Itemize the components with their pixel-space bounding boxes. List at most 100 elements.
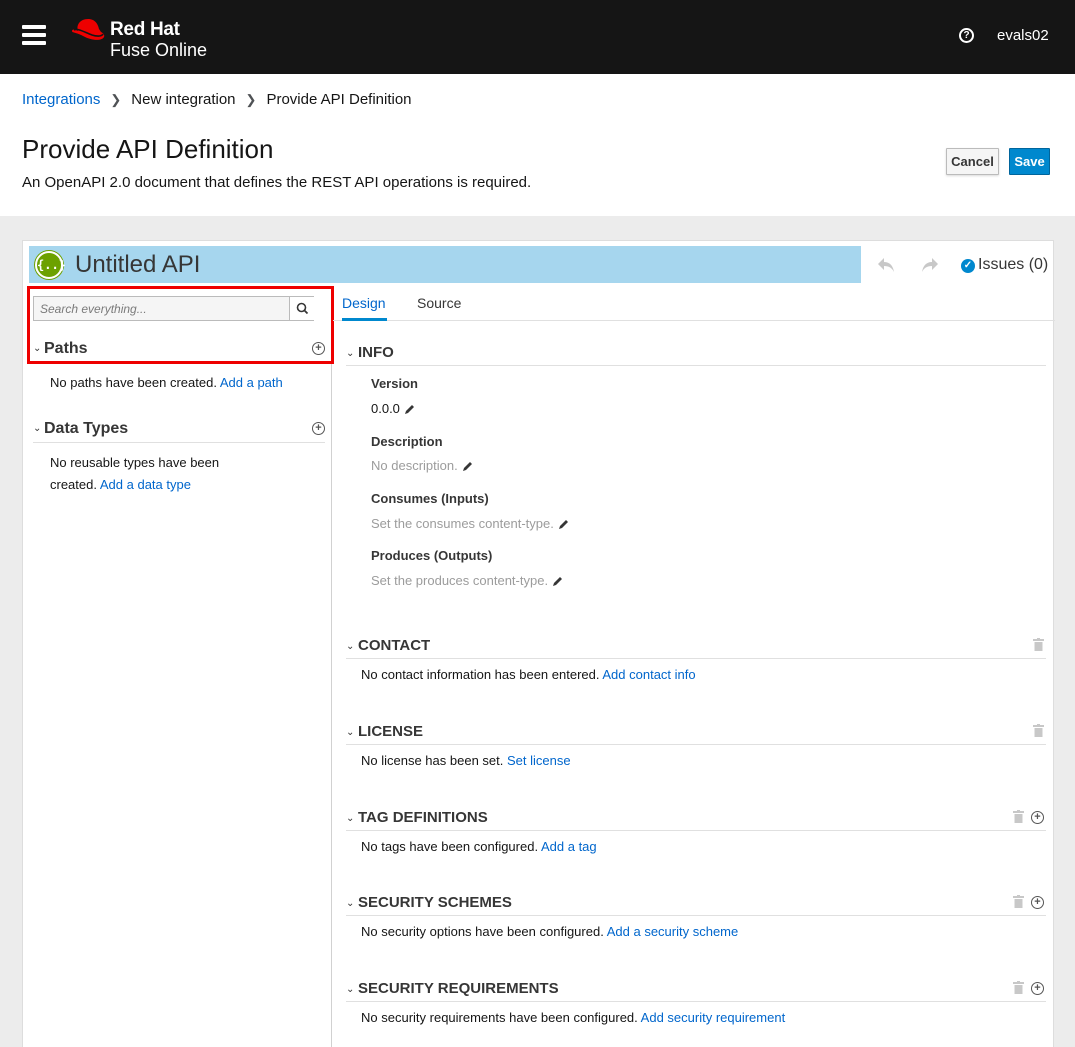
paths-section-header[interactable]: ⌄ Paths + bbox=[33, 337, 325, 363]
contact-section-header[interactable]: ⌄ CONTACT bbox=[346, 633, 1046, 659]
openapi-logo-icon: {..} bbox=[35, 251, 66, 279]
edit-pencil-icon[interactable] bbox=[552, 576, 563, 587]
tag-definitions-section: ⌄ TAG DEFINITIONS + No tags have been co… bbox=[346, 805, 1046, 865]
edit-pencil-icon[interactable] bbox=[404, 404, 415, 415]
contact-title: CONTACT bbox=[358, 637, 431, 654]
info-title: INFO bbox=[358, 344, 394, 361]
breadcrumb-current: Provide API Definition bbox=[266, 91, 412, 108]
add-data-type-icon[interactable]: + bbox=[312, 422, 325, 435]
license-section: ⌄ LICENSE No license has been set. Set l… bbox=[346, 719, 1046, 779]
description-value: No description. bbox=[371, 458, 458, 473]
api-title-bar: {..} Untitled API bbox=[29, 246, 861, 283]
api-title[interactable]: Untitled API bbox=[75, 251, 200, 279]
tags-empty-message: No tags have been configured. Add a tag bbox=[361, 839, 597, 854]
paths-label: Paths bbox=[44, 340, 88, 357]
security-schemes-empty-text: No security options have been configured… bbox=[361, 924, 604, 939]
security-schemes-empty-message: No security options have been configured… bbox=[361, 924, 738, 939]
masthead: Red Hat Fuse Online ? evals02 bbox=[0, 0, 1075, 74]
security-schemes-title: SECURITY SCHEMES bbox=[358, 894, 512, 911]
description-field[interactable]: No description. bbox=[371, 458, 473, 473]
search-button[interactable] bbox=[289, 297, 314, 320]
search-input[interactable] bbox=[34, 297, 290, 320]
breadcrumb-separator-icon: ❯ bbox=[245, 92, 257, 107]
produces-value: Set the produces content-type. bbox=[371, 573, 549, 588]
cancel-button[interactable]: Cancel bbox=[946, 148, 999, 175]
version-field[interactable]: 0.0.0 bbox=[371, 401, 415, 416]
paths-empty-message: No paths have been created. Add a path bbox=[50, 372, 283, 394]
redo-icon[interactable] bbox=[919, 254, 941, 276]
contact-section: ⌄ CONTACT No contact information has bee… bbox=[346, 633, 1046, 693]
consumes-value: Set the consumes content-type. bbox=[371, 516, 554, 531]
data-types-empty-text-2: created. bbox=[50, 477, 97, 492]
trash-icon[interactable] bbox=[1033, 724, 1044, 737]
hamburger-menu-icon[interactable] bbox=[22, 25, 46, 46]
page-subtitle: An OpenAPI 2.0 document that defines the… bbox=[22, 174, 532, 191]
save-button[interactable]: Save bbox=[1009, 148, 1050, 175]
add-security-requirement-link[interactable]: Add security requirement bbox=[641, 1010, 786, 1025]
data-types-empty-message: No reusable types have been created. Add… bbox=[50, 452, 219, 496]
license-empty-message: No license has been set. Set license bbox=[361, 753, 571, 768]
breadcrumb-integrations-link[interactable]: Integrations bbox=[22, 91, 100, 108]
security-requirements-empty-text: No security requirements have been confi… bbox=[361, 1010, 638, 1025]
search-box bbox=[33, 296, 314, 321]
chevron-down-icon[interactable]: ⌄ bbox=[33, 343, 41, 354]
page-header: Integrations ❯ New integration ❯ Provide API… bbox=[0, 74, 1075, 216]
trash-icon[interactable] bbox=[1013, 810, 1024, 823]
info-section-header[interactable]: ⌄ INFO bbox=[346, 340, 1046, 366]
breadcrumb: Integrations ❯ New integration ❯ Provide API… bbox=[22, 91, 412, 108]
chevron-down-icon[interactable]: ⌄ bbox=[346, 984, 354, 995]
trash-icon[interactable] bbox=[1013, 981, 1024, 994]
data-types-section-header[interactable]: ⌄ Data Types + bbox=[33, 417, 325, 443]
issues-indicator[interactable]: ✓ Issues (0) bbox=[961, 256, 1048, 274]
security-requirements-section: ⌄ SECURITY REQUIREMENTS + No security re… bbox=[346, 976, 1046, 1036]
edit-pencil-icon[interactable] bbox=[558, 519, 569, 530]
add-security-scheme-link[interactable]: Add a security scheme bbox=[607, 924, 739, 939]
trash-icon[interactable] bbox=[1013, 895, 1024, 908]
consumes-field[interactable]: Set the consumes content-type. bbox=[371, 516, 569, 531]
set-license-link[interactable]: Set license bbox=[507, 753, 571, 768]
design-panel: Design Source ⌄ INFO Version 0.0.0 Descr… bbox=[333, 286, 1055, 1047]
trash-icon[interactable] bbox=[1033, 638, 1044, 651]
help-icon[interactable]: ? bbox=[959, 28, 974, 43]
tag-definitions-section-header[interactable]: ⌄ TAG DEFINITIONS + bbox=[346, 805, 1046, 831]
version-label: Version bbox=[371, 376, 418, 391]
breadcrumb-separator-icon: ❯ bbox=[110, 92, 122, 107]
user-menu[interactable]: evals02 bbox=[997, 27, 1049, 44]
security-requirements-section-header[interactable]: ⌄ SECURITY REQUIREMENTS + bbox=[346, 976, 1046, 1002]
produces-field[interactable]: Set the produces content-type. bbox=[371, 573, 563, 588]
security-schemes-section: ⌄ SECURITY SCHEMES + No security options… bbox=[346, 890, 1046, 950]
security-schemes-section-header[interactable]: ⌄ SECURITY SCHEMES + bbox=[346, 890, 1046, 916]
contact-empty-message: No contact information has been entered.… bbox=[361, 667, 696, 682]
add-contact-info-link[interactable]: Add contact info bbox=[602, 667, 695, 682]
add-path-icon[interactable]: + bbox=[312, 342, 325, 355]
editor-tabs: Design Source bbox=[333, 286, 1055, 321]
security-requirements-empty-message: No security requirements have been confi… bbox=[361, 1010, 785, 1025]
info-section: ⌄ INFO Version 0.0.0 Description No desc… bbox=[346, 340, 1046, 590]
license-empty-text: No license has been set. bbox=[361, 753, 504, 768]
chevron-down-icon[interactable]: ⌄ bbox=[346, 898, 354, 909]
license-section-header[interactable]: ⌄ LICENSE bbox=[346, 719, 1046, 745]
version-value: 0.0.0 bbox=[371, 401, 400, 416]
data-types-label: Data Types bbox=[44, 420, 129, 437]
edit-pencil-icon[interactable] bbox=[462, 461, 473, 472]
tab-design[interactable]: Design bbox=[342, 295, 386, 311]
add-tag-link[interactable]: Add a tag bbox=[541, 839, 597, 854]
add-tag-icon[interactable]: + bbox=[1031, 811, 1044, 824]
tab-source[interactable]: Source bbox=[417, 295, 461, 311]
api-editor: {..} Untitled API ✓Issues (0) ⌄ Paths + … bbox=[22, 240, 1055, 1047]
description-label: Description bbox=[371, 434, 443, 449]
add-security-scheme-icon[interactable]: + bbox=[1031, 896, 1044, 909]
add-path-link[interactable]: Add a path bbox=[220, 375, 283, 390]
consumes-label: Consumes (Inputs) bbox=[371, 491, 489, 506]
paths-empty-text: No paths have been created. bbox=[50, 375, 217, 390]
chevron-down-icon[interactable]: ⌄ bbox=[346, 813, 354, 824]
add-security-requirement-icon[interactable]: + bbox=[1031, 982, 1044, 995]
add-data-type-link[interactable]: Add a data type bbox=[100, 477, 191, 492]
undo-icon[interactable] bbox=[875, 254, 897, 276]
chevron-down-icon[interactable]: ⌄ bbox=[346, 727, 354, 738]
chevron-down-icon[interactable]: ⌄ bbox=[346, 641, 354, 652]
chevron-down-icon[interactable]: ⌄ bbox=[346, 348, 354, 359]
produces-label: Produces (Outputs) bbox=[371, 548, 493, 563]
chevron-down-icon[interactable]: ⌄ bbox=[33, 423, 41, 434]
page-title: Provide API Definition bbox=[22, 134, 274, 164]
